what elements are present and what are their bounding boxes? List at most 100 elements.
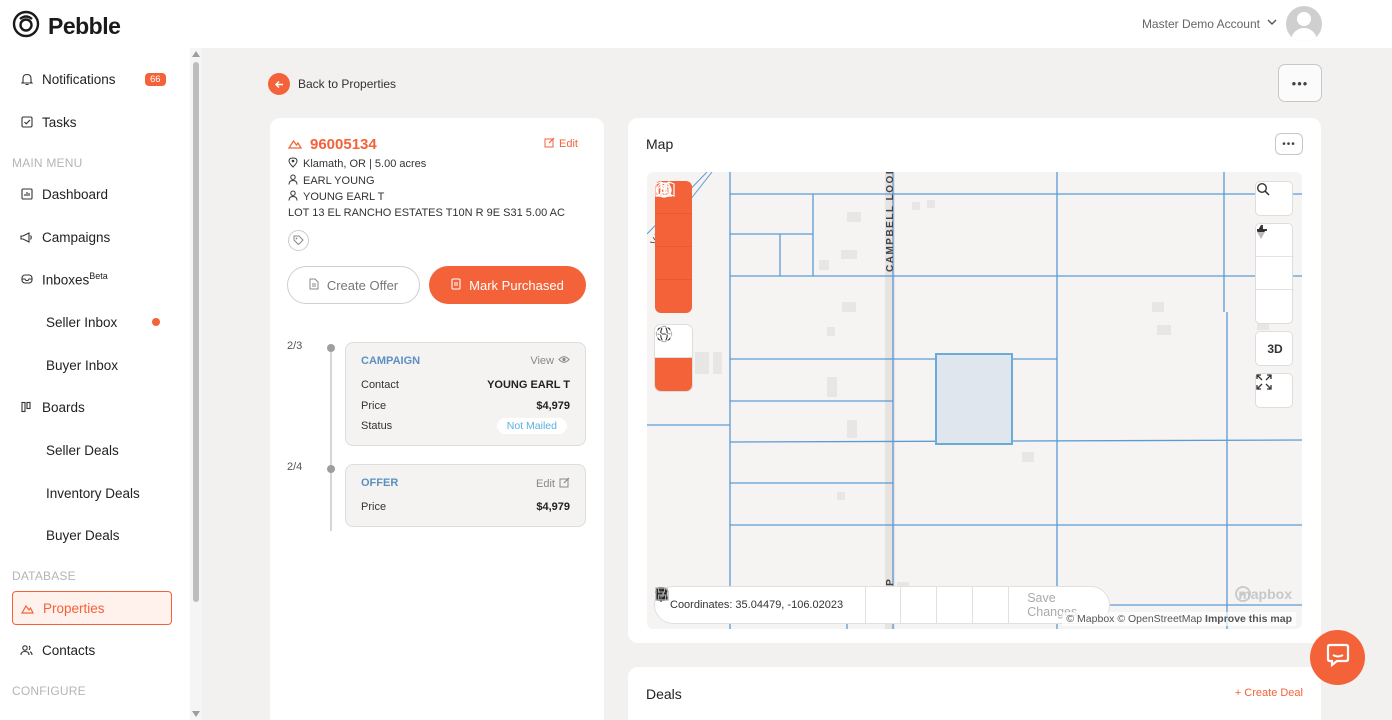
beta-badge: Beta [89, 270, 108, 281]
notifications-count-badge: 66 [145, 73, 166, 86]
map-more-button[interactable]: ••• [1275, 133, 1303, 155]
fullscreen-button[interactable] [1255, 373, 1293, 408]
terrain-tool-button[interactable] [655, 184, 692, 280]
tag-icon[interactable] [288, 230, 309, 251]
campaign-step-label: 2/3 [287, 340, 303, 352]
delete-shape-button[interactable] [656, 587, 1008, 623]
sidebar-item-campaigns[interactable]: Campaigns [12, 220, 172, 254]
price-value: $4,979 [536, 400, 570, 412]
megaphone-icon [20, 231, 33, 244]
sidebar-item-inventory-deals[interactable]: Inventory Deals [12, 476, 172, 510]
property-owner-2: YOUNG EARL T [288, 190, 384, 204]
property-legal-description: LOT 13 EL RANCHO ESTATES T10N R 9E S31 5… [288, 207, 565, 219]
sidebar-item-label: Seller Deals [46, 442, 119, 458]
account-switcher[interactable]: Master Demo Account [1142, 16, 1278, 31]
boards-icon [20, 401, 33, 414]
scrollbar-thumb[interactable] [193, 62, 199, 602]
avatar[interactable] [1286, 6, 1322, 42]
sidebar-item-seller-deals[interactable]: Seller Deals [12, 433, 172, 467]
deals-card: Deals + Create Deal [628, 667, 1321, 720]
sidebar-item-boards[interactable]: Boards [12, 390, 172, 424]
app-name: Pebble [48, 13, 121, 39]
draw-polygon-button[interactable] [656, 587, 936, 623]
campaign-title: CAMPAIGN [361, 355, 421, 367]
attribution-mapbox-link[interactable]: © Mapbox [1066, 613, 1114, 625]
price-label: Price [361, 400, 387, 412]
attribution-osm-link[interactable]: © OpenStreetMap [1117, 613, 1202, 625]
page-more-button[interactable]: ••• [1278, 64, 1322, 102]
chevron-down-icon [1266, 16, 1278, 31]
sidebar-item-contacts[interactable]: Contacts [12, 633, 172, 667]
scroll-up-arrow-icon[interactable] [192, 51, 200, 57]
sidebar-item-label: Dashboard [42, 186, 109, 202]
user-icon [288, 174, 298, 188]
support-chat-button[interactable] [1310, 630, 1365, 685]
eye-icon [558, 355, 570, 367]
map-search-button[interactable] [1255, 181, 1293, 216]
ellipsis-icon: ••• [1282, 138, 1296, 150]
coordinates-readout: Coordinates: 35.04479, -106.02023 [670, 599, 844, 611]
edit-property-link[interactable]: Edit [544, 137, 578, 151]
zoom-controls [1255, 223, 1294, 324]
edit-offer-link[interactable]: Edit [536, 477, 570, 491]
offer-title: OFFER [361, 477, 399, 489]
sidebar-item-label: Inventory Deals [46, 485, 140, 501]
sidebar-item-seller-inbox[interactable]: Seller Inbox [12, 305, 172, 339]
checkbox-icon [20, 116, 33, 129]
scroll-down-arrow-icon[interactable] [192, 711, 200, 717]
price-label: Price [361, 501, 387, 513]
parcels-tool-button[interactable] [655, 181, 692, 247]
sidebar-scrollbar[interactable] [190, 48, 202, 720]
contact-value: YOUNG EARL T [487, 379, 570, 391]
property-owner-1: EARL YOUNG [288, 174, 375, 188]
edit-icon [544, 137, 555, 151]
back-to-properties-link[interactable]: Back to Properties [268, 73, 396, 95]
property-id: 96005134 [287, 136, 377, 153]
edit-icon [559, 477, 570, 491]
compass-button[interactable] [1256, 225, 1294, 323]
property-card: 96005134 Edit Klamath, OR | 5.00 acres E… [270, 118, 604, 720]
ellipsis-icon: ••• [1291, 75, 1309, 91]
parcel-lines [647, 172, 1302, 629]
expand-icon [1256, 374, 1294, 407]
users-icon [20, 644, 33, 657]
inbox-icon [20, 273, 33, 286]
arrow-left-icon [268, 73, 290, 95]
sidebar-item-properties[interactable]: Properties [12, 591, 172, 625]
section-label-configure: CONFIGURE [12, 684, 86, 698]
map-attribution: © Mapbox © OpenStreetMap Improve this ma… [1062, 612, 1296, 626]
status-badge: Not Mailed [496, 418, 567, 434]
map-layer-tools [655, 181, 692, 313]
draw-line-button[interactable] [656, 587, 901, 623]
satellite-toggle-button[interactable] [655, 326, 692, 391]
property-location: Klamath, OR | 5.00 acres [288, 157, 426, 171]
receipt-icon [451, 277, 461, 293]
street-label-campbell-loop: CAMPBELL LOOP [885, 172, 896, 272]
view-campaign-link[interactable]: View [530, 355, 570, 367]
contact-label: Contact [361, 379, 399, 391]
user-icon [288, 190, 298, 204]
sidebar-item-label: Notifications [42, 71, 116, 87]
zoom-out-button[interactable] [1256, 229, 1294, 290]
account-label: Master Demo Account [1141, 16, 1260, 31]
map-canvas[interactable]: CAMPBELL LOOP LOOP VE [647, 172, 1302, 629]
sidebar-item-dashboard[interactable]: Dashboard [12, 177, 172, 211]
timeline-dot [327, 344, 335, 352]
sidebar-item-buyer-deals[interactable]: Buyer Deals [12, 518, 172, 552]
create-deal-button[interactable]: + Create Deal [1235, 687, 1303, 699]
mapbox-logo[interactable]: mapbox [1235, 586, 1292, 602]
mark-purchased-button[interactable]: Mark Purchased [429, 266, 586, 304]
sidebar-item-buyer-inbox[interactable]: Buyer Inbox [12, 348, 172, 382]
three-d-button[interactable]: 3D [1255, 331, 1293, 366]
sidebar-item-tasks[interactable]: Tasks [12, 105, 172, 139]
create-offer-button[interactable]: Create Offer [287, 266, 420, 304]
map-edit-toolbar: Coordinates: 35.04479, -106.02023 Save C… [655, 587, 1109, 623]
campaign-card: CAMPAIGN View Contact YOUNG EARL T Price… [345, 342, 586, 446]
chat-bubble-icon [1325, 643, 1351, 672]
radius-tool-button[interactable] [655, 182, 692, 313]
deals-title: Deals [646, 686, 682, 702]
add-marker-button[interactable] [655, 587, 972, 623]
app-logo[interactable]: Pebble [12, 10, 121, 43]
sidebar-item-inboxes[interactable]: InboxesBeta [12, 262, 172, 296]
improve-map-link[interactable]: Improve this map [1205, 613, 1292, 625]
